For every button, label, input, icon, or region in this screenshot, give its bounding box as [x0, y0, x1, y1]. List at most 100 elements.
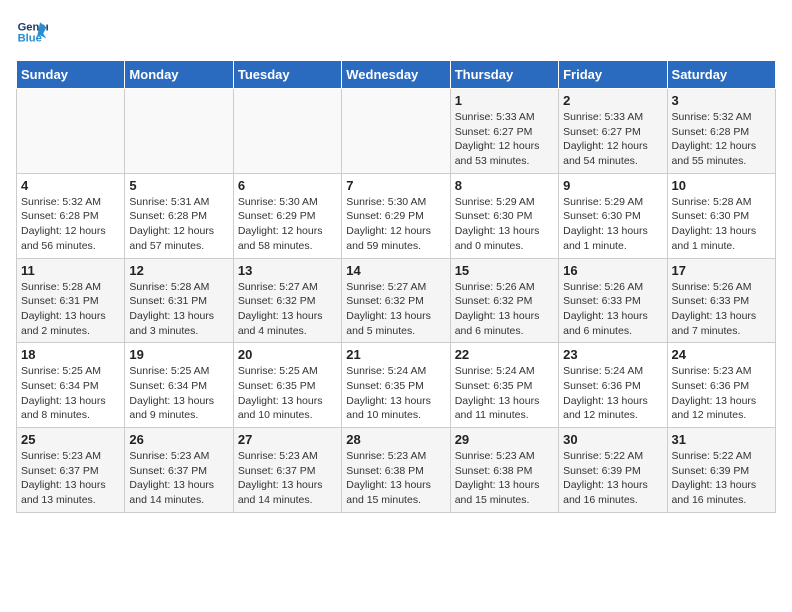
day-info: Sunrise: 5:25 AM Sunset: 6:34 PM Dayligh… [129, 364, 228, 423]
day-number: 15 [455, 263, 554, 278]
calendar-cell: 7 Sunrise: 5:30 AM Sunset: 6:29 PM Daylig… [342, 173, 450, 258]
week-row-1: 1 Sunrise: 5:33 AM Sunset: 6:27 PM Daylig… [17, 89, 776, 174]
day-info: Sunrise: 5:32 AM Sunset: 6:28 PM Dayligh… [672, 110, 771, 169]
calendar-cell [17, 89, 125, 174]
calendar-cell [125, 89, 233, 174]
calendar-cell: 19 Sunrise: 5:25 AM Sunset: 6:34 PM Dayli… [125, 343, 233, 428]
day-number: 10 [672, 178, 771, 193]
calendar-cell: 29 Sunrise: 5:23 AM Sunset: 6:38 PM Dayli… [450, 428, 558, 513]
calendar-cell: 22 Sunrise: 5:24 AM Sunset: 6:35 PM Dayli… [450, 343, 558, 428]
day-number: 9 [563, 178, 662, 193]
calendar-cell: 15 Sunrise: 5:26 AM Sunset: 6:32 PM Dayli… [450, 258, 558, 343]
day-number: 26 [129, 432, 228, 447]
day-info: Sunrise: 5:24 AM Sunset: 6:35 PM Dayligh… [346, 364, 445, 423]
calendar-cell: 25Sunrise: 5:23 AM Sunset: 6:37 PM Dayli… [17, 428, 125, 513]
logo-icon: General Blue [16, 16, 48, 48]
day-info: Sunrise: 5:26 AM Sunset: 6:32 PM Dayligh… [455, 280, 554, 339]
day-info: Sunrise: 5:30 AM Sunset: 6:29 PM Dayligh… [238, 195, 337, 254]
day-info: Sunrise: 5:22 AM Sunset: 6:39 PM Dayligh… [563, 449, 662, 508]
day-info: Sunrise: 5:23 AM Sunset: 6:38 PM Dayligh… [346, 449, 445, 508]
day-number: 3 [672, 93, 771, 108]
header-saturday: Saturday [667, 61, 775, 89]
header-tuesday: Tuesday [233, 61, 341, 89]
day-number: 22 [455, 347, 554, 362]
day-info: Sunrise: 5:23 AM Sunset: 6:37 PM Dayligh… [129, 449, 228, 508]
day-info: Sunrise: 5:23 AM Sunset: 6:36 PM Dayligh… [672, 364, 771, 423]
calendar-cell [342, 89, 450, 174]
day-number: 31 [672, 432, 771, 447]
day-number: 18 [21, 347, 120, 362]
day-info: Sunrise: 5:27 AM Sunset: 6:32 PM Dayligh… [346, 280, 445, 339]
calendar-cell: 9 Sunrise: 5:29 AM Sunset: 6:30 PM Daylig… [559, 173, 667, 258]
day-info: Sunrise: 5:26 AM Sunset: 6:33 PM Dayligh… [672, 280, 771, 339]
calendar-table: SundayMondayTuesdayWednesdayThursdayFrid… [16, 60, 776, 513]
header-friday: Friday [559, 61, 667, 89]
day-number: 7 [346, 178, 445, 193]
day-number: 2 [563, 93, 662, 108]
day-info: Sunrise: 5:29 AM Sunset: 6:30 PM Dayligh… [563, 195, 662, 254]
calendar-cell: 27 Sunrise: 5:23 AM Sunset: 6:37 PM Dayli… [233, 428, 341, 513]
header-sunday: Sunday [17, 61, 125, 89]
day-number: 4 [21, 178, 120, 193]
week-row-2: 4 Sunrise: 5:32 AM Sunset: 6:28 PM Daylig… [17, 173, 776, 258]
day-info: Sunrise: 5:25 AM Sunset: 6:34 PM Dayligh… [21, 364, 120, 423]
day-number: 13 [238, 263, 337, 278]
calendar-cell: 30 Sunrise: 5:22 AM Sunset: 6:39 PM Dayli… [559, 428, 667, 513]
day-number: 20 [238, 347, 337, 362]
day-number: 27 [238, 432, 337, 447]
day-number: 28 [346, 432, 445, 447]
day-info: Sunrise: 5:24 AM Sunset: 6:35 PM Dayligh… [455, 364, 554, 423]
day-info: Sunrise: 5:26 AM Sunset: 6:33 PM Dayligh… [563, 280, 662, 339]
calendar-cell: 11 Sunrise: 5:28 AM Sunset: 6:31 PM Dayli… [17, 258, 125, 343]
day-number: 23 [563, 347, 662, 362]
calendar-cell: 18 Sunrise: 5:25 AM Sunset: 6:34 PM Dayli… [17, 343, 125, 428]
week-row-5: 25 Sunrise: 5:23 AM Sunset: 6:37 PM Dayli… [17, 428, 776, 513]
day-info: Sunrise: 5:33 AM Sunset: 6:27 PM Dayligh… [455, 110, 554, 169]
day-number: 12 [129, 263, 228, 278]
calendar-cell: 14 Sunrise: 5:27 AM Sunset: 6:32 PM Dayli… [342, 258, 450, 343]
calendar-cell: 17Sunrise: 5:26 AM Sunset: 6:33 PM Dayli… [667, 258, 775, 343]
day-info: Sunrise: 5:28 AM Sunset: 6:31 PM Dayligh… [129, 280, 228, 339]
calendar-cell: 12 Sunrise: 5:28 AM Sunset: 6:31 PM Dayli… [125, 258, 233, 343]
calendar-cell: 10 Sunrise: 5:28 AM Sunset: 6:30 PM Dayli… [667, 173, 775, 258]
page-header: General Blue [16, 16, 776, 48]
calendar-cell: 16 Sunrise: 5:26 AM Sunset: 6:33 PM Dayli… [559, 258, 667, 343]
calendar-cell: 6 Sunrise: 5:30 AM Sunset: 6:29 PM Daylig… [233, 173, 341, 258]
logo: General Blue [16, 16, 52, 48]
day-info: Sunrise: 5:33 AM Sunset: 6:27 PM Dayligh… [563, 110, 662, 169]
day-number: 6 [238, 178, 337, 193]
day-number: 1 [455, 93, 554, 108]
day-number: 16 [563, 263, 662, 278]
day-info: Sunrise: 5:32 AM Sunset: 6:28 PM Dayligh… [21, 195, 120, 254]
calendar-cell: 21Sunrise: 5:24 AM Sunset: 6:35 PM Dayli… [342, 343, 450, 428]
day-number: 8 [455, 178, 554, 193]
day-info: Sunrise: 5:28 AM Sunset: 6:30 PM Dayligh… [672, 195, 771, 254]
day-info: Sunrise: 5:31 AM Sunset: 6:28 PM Dayligh… [129, 195, 228, 254]
day-info: Sunrise: 5:23 AM Sunset: 6:37 PM Dayligh… [238, 449, 337, 508]
day-info: Sunrise: 5:30 AM Sunset: 6:29 PM Dayligh… [346, 195, 445, 254]
day-number: 24 [672, 347, 771, 362]
day-number: 25 [21, 432, 120, 447]
day-info: Sunrise: 5:23 AM Sunset: 6:38 PM Dayligh… [455, 449, 554, 508]
day-number: 30 [563, 432, 662, 447]
calendar-cell: 31Sunrise: 5:22 AM Sunset: 6:39 PM Dayli… [667, 428, 775, 513]
calendar-cell: 4 Sunrise: 5:32 AM Sunset: 6:28 PM Daylig… [17, 173, 125, 258]
week-row-3: 11 Sunrise: 5:28 AM Sunset: 6:31 PM Dayli… [17, 258, 776, 343]
day-number: 11 [21, 263, 120, 278]
day-number: 19 [129, 347, 228, 362]
calendar-header-row: SundayMondayTuesdayWednesdayThursdayFrid… [17, 61, 776, 89]
calendar-cell: 26 Sunrise: 5:23 AM Sunset: 6:37 PM Dayli… [125, 428, 233, 513]
day-number: 14 [346, 263, 445, 278]
calendar-cell: 1 Sunrise: 5:33 AM Sunset: 6:27 PM Daylig… [450, 89, 558, 174]
calendar-cell: 2 Sunrise: 5:33 AM Sunset: 6:27 PM Daylig… [559, 89, 667, 174]
calendar-cell: 3 Sunrise: 5:32 AM Sunset: 6:28 PM Daylig… [667, 89, 775, 174]
day-number: 29 [455, 432, 554, 447]
calendar-cell: 24 Sunrise: 5:23 AM Sunset: 6:36 PM Dayli… [667, 343, 775, 428]
day-info: Sunrise: 5:28 AM Sunset: 6:31 PM Dayligh… [21, 280, 120, 339]
calendar-cell: 28 Sunrise: 5:23 AM Sunset: 6:38 PM Dayli… [342, 428, 450, 513]
calendar-cell: 8 Sunrise: 5:29 AM Sunset: 6:30 PM Daylig… [450, 173, 558, 258]
calendar-cell [233, 89, 341, 174]
day-info: Sunrise: 5:29 AM Sunset: 6:30 PM Dayligh… [455, 195, 554, 254]
day-number: 5 [129, 178, 228, 193]
calendar-cell: 20Sunrise: 5:25 AM Sunset: 6:35 PM Dayli… [233, 343, 341, 428]
